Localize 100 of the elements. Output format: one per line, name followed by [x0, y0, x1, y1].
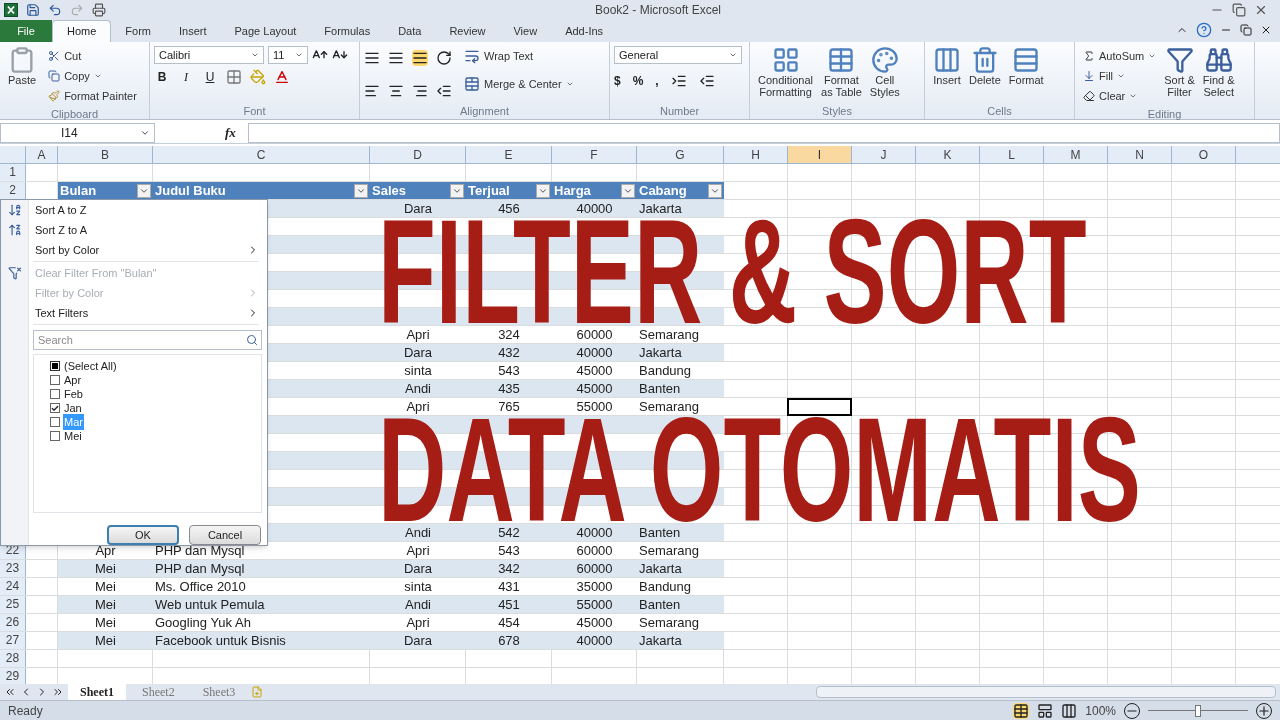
horizontal-scrollbar[interactable] [816, 686, 1276, 698]
caret-icon [251, 51, 259, 59]
menu-item[interactable]: Sort Z to A [1, 220, 267, 240]
bold-button[interactable]: B [154, 68, 170, 86]
name-box[interactable]: I14 [0, 122, 155, 143]
scissors-icon [48, 50, 61, 62]
filter-button[interactable] [354, 183, 368, 198]
column-header[interactable]: M [1044, 146, 1108, 164]
style-button[interactable]: Format as Table [817, 46, 866, 103]
cells-button[interactable]: Format [1004, 46, 1048, 103]
table-header-cell: Terjual [466, 182, 552, 199]
ribbon-tab[interactable]: Data [384, 20, 436, 42]
column-header[interactable]: D [370, 146, 466, 164]
autosum-button[interactable]: AutoSum [1079, 46, 1161, 66]
checkbox[interactable] [50, 403, 60, 413]
table-cell-text: PHP dan Mysql [154, 560, 246, 577]
editing-button[interactable]: Find & Select [1198, 46, 1239, 106]
search-field[interactable]: Search [33, 330, 262, 350]
ribbon-tab[interactable]: Page Layout [220, 20, 311, 42]
column-header[interactable]: N [1108, 146, 1172, 164]
column-header[interactable]: O [1172, 146, 1236, 164]
row-header[interactable]: 2 [0, 182, 26, 199]
checkbox[interactable] [50, 361, 60, 371]
column-header[interactable]: E [466, 146, 552, 164]
checkbox[interactable] [50, 417, 60, 427]
column-header[interactable]: F [552, 146, 637, 164]
table-cell-text: 45000 [575, 380, 614, 397]
active-cell[interactable] [787, 398, 852, 416]
column-header[interactable]: A [26, 146, 58, 164]
zoom-slider[interactable] [1148, 704, 1248, 717]
checkbox[interactable] [50, 389, 60, 399]
checkbox[interactable] [50, 375, 60, 385]
menu-item[interactable]: Text Filters [1, 303, 267, 323]
underline-button[interactable]: U [202, 68, 218, 86]
table-cell-text: 40000 [575, 344, 614, 361]
column-header[interactable]: K [916, 146, 980, 164]
ribbon-tab[interactable]: Insert [165, 20, 221, 42]
editing-button[interactable]: Sort & Filter [1160, 46, 1199, 106]
wrap-text-button[interactable]: Wrap Text [460, 46, 578, 66]
column-header[interactable]: G [637, 146, 724, 164]
font-size-field[interactable]: 11 [268, 46, 308, 64]
ribbon-tab[interactable]: Home [52, 20, 112, 42]
column-header[interactable]: C [153, 146, 370, 164]
comma-button[interactable]: , [655, 72, 659, 90]
italic-button[interactable]: I [178, 68, 194, 86]
ribbon-tab[interactable]: Form [111, 20, 165, 42]
row-header[interactable]: 26 [0, 614, 26, 631]
table-cell-text: 60000 [575, 542, 614, 559]
row-header[interactable]: 1 [0, 164, 26, 181]
row-header[interactable]: 29 [0, 668, 26, 684]
copy-button[interactable]: Copy [44, 66, 141, 86]
row-header[interactable]: 23 [0, 560, 26, 577]
column-header[interactable]: I [788, 146, 852, 164]
cancel-button[interactable]: Cancel [189, 525, 261, 545]
menu-item[interactable]: Sort by Color [1, 240, 267, 260]
ribbon-tab[interactable]: View [499, 20, 552, 42]
filter-button[interactable] [536, 183, 550, 198]
menu-item[interactable]: Sort A to Z [1, 200, 267, 220]
column-header[interactable]: B [58, 146, 153, 164]
table-cell-text: Dara [402, 560, 434, 577]
filter-button[interactable] [708, 183, 722, 198]
row-header[interactable]: 24 [0, 578, 26, 595]
format-painter-button[interactable]: Format Painter [44, 86, 141, 106]
style-button[interactable]: Cell Styles [865, 46, 904, 103]
number-format-field[interactable]: General [614, 46, 742, 64]
merge-icon [464, 76, 480, 92]
percent-button[interactable]: % [632, 72, 644, 90]
row-header[interactable]: 28 [0, 650, 26, 667]
filter-button[interactable] [137, 183, 151, 198]
table-cell-text: 342 [497, 560, 521, 577]
zoom-level[interactable]: 100% [1085, 701, 1116, 720]
sheet-tab[interactable]: Sheet2 [130, 684, 187, 700]
row-header[interactable]: 27 [0, 632, 26, 649]
sheet-tab[interactable]: Sheet3 [190, 684, 248, 700]
ok-button[interactable]: OK [107, 525, 179, 545]
sort-icon [8, 223, 22, 237]
paste-button[interactable]: Paste [4, 46, 41, 106]
row-header[interactable]: 25 [0, 596, 26, 613]
merge-center-button[interactable]: Merge & Center [460, 74, 578, 94]
cells-button[interactable]: Insert [929, 46, 965, 103]
fill-button[interactable]: Fill [1079, 66, 1161, 86]
cut-button[interactable]: Cut [44, 46, 141, 66]
ribbon-tab[interactable]: Formulas [310, 20, 385, 42]
cells-button[interactable]: Delete [965, 46, 1005, 103]
checkbox[interactable] [50, 431, 60, 441]
zoom-slider-thumb[interactable] [1195, 704, 1201, 717]
style-button[interactable]: Conditional Formatting [754, 46, 818, 103]
column-header[interactable]: L [980, 146, 1044, 164]
font-name-field[interactable]: Calibri [154, 46, 264, 64]
formula-field[interactable] [247, 122, 1280, 143]
sheet-tab[interactable]: Sheet1 [68, 684, 126, 700]
function-button[interactable]: fx [225, 122, 236, 143]
filter-button[interactable] [621, 183, 635, 198]
column-header[interactable]: J [852, 146, 916, 164]
clear-button[interactable]: Clear [1079, 86, 1161, 106]
filter-button[interactable] [450, 183, 464, 198]
currency-button[interactable]: $ [614, 72, 621, 90]
ribbon-tab[interactable]: Add-Ins [551, 20, 618, 42]
ribbon-tab[interactable]: Review [435, 20, 500, 42]
ribbon-tab[interactable]: File [0, 20, 52, 42]
